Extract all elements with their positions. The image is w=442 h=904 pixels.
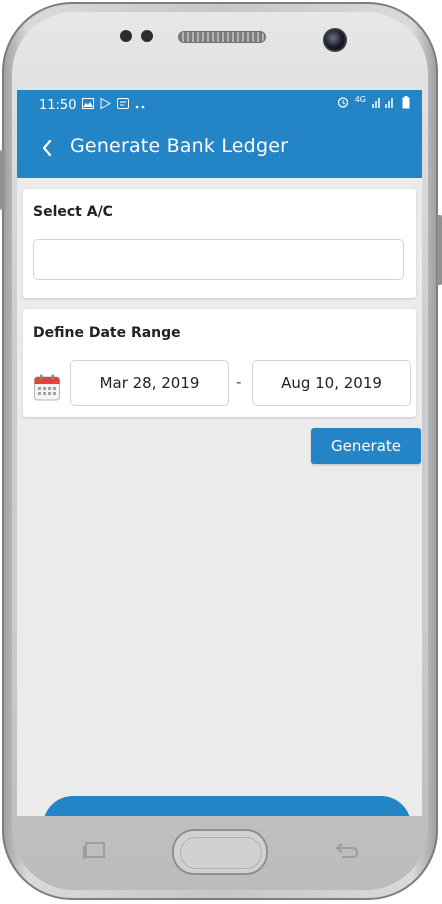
date-separator: - (236, 373, 242, 391)
power-button (437, 215, 442, 285)
phone-screen: 11:50 4G Generate Bank Ledger Select A/C… (17, 90, 422, 816)
home-button-inner (180, 837, 262, 869)
status-bar: 11:50 4G (17, 90, 422, 120)
app-bar: Generate Bank Ledger (17, 120, 422, 178)
date-range-label: Define Date Range (33, 325, 181, 341)
bottom-action-bar (43, 796, 411, 816)
account-input[interactable] (33, 239, 404, 280)
alarm-icon (337, 96, 349, 112)
status-time: 11:50 (39, 97, 77, 113)
recent-apps-icon[interactable] (82, 840, 108, 860)
network-type: 4G (354, 95, 366, 104)
account-label: Select A/C (33, 204, 113, 220)
from-date-field[interactable]: Mar 28, 2019 (70, 360, 229, 406)
message-icon (117, 98, 130, 112)
front-camera (323, 28, 347, 52)
generate-button[interactable]: Generate (311, 428, 421, 464)
back-key-icon[interactable] (334, 840, 360, 860)
battery-icon (402, 96, 410, 112)
to-date-field[interactable]: Aug 10, 2019 (252, 360, 411, 406)
account-card: Select A/C (23, 189, 416, 298)
home-button[interactable] (172, 829, 268, 875)
status-icons-right: 4G (337, 96, 410, 112)
gallery-icon (82, 98, 95, 112)
play-store-icon (100, 97, 112, 112)
calendar-icon[interactable] (33, 374, 61, 402)
date-range-card: Define Date Range Mar 28, 2019 - Aug 10,… (23, 309, 416, 417)
page-title: Generate Bank Ledger (70, 135, 289, 157)
more-dots-icon (135, 99, 147, 112)
front-sensor-2 (141, 30, 153, 42)
back-arrow-icon[interactable] (37, 137, 59, 159)
earpiece-speaker (178, 31, 266, 43)
front-sensor-1 (120, 30, 132, 42)
signal-icon (372, 96, 396, 112)
volume-button (0, 150, 5, 210)
